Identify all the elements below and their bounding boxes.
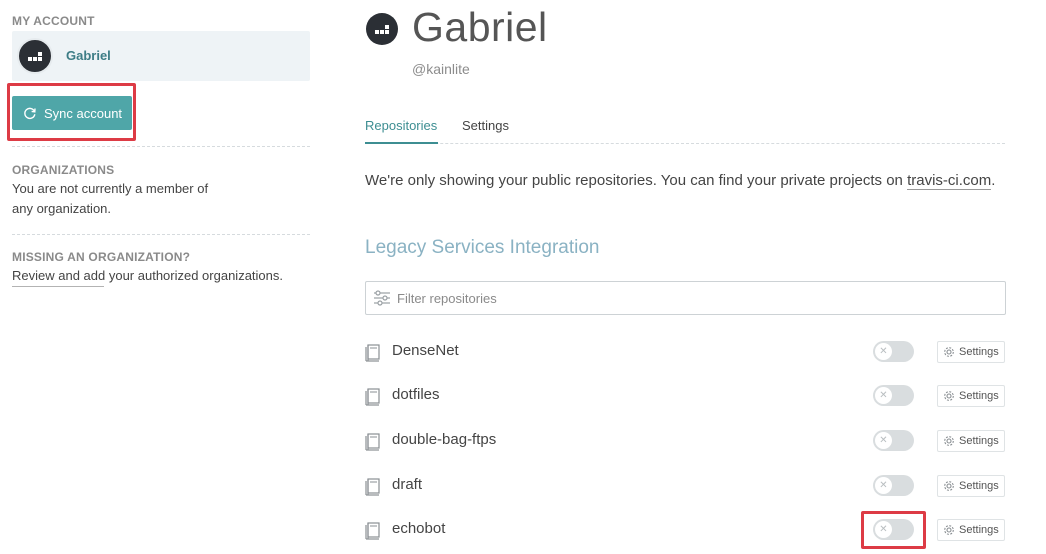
repo-settings-label: Settings bbox=[959, 524, 999, 536]
tab-active-indicator bbox=[365, 142, 438, 144]
repo-settings-button[interactable]: Settings bbox=[937, 341, 1005, 363]
sync-account-button[interactable]: Sync account bbox=[12, 96, 132, 130]
repo-row: dotfiles ✕ Settings bbox=[365, 384, 1006, 408]
repo-toggle[interactable]: ✕ bbox=[873, 341, 914, 362]
notice-text: We're only showing your public repositor… bbox=[365, 172, 908, 189]
x-icon: ✕ bbox=[875, 343, 892, 360]
public-repos-notice: We're only showing your public repositor… bbox=[365, 172, 996, 190]
filter-repositories-input[interactable] bbox=[397, 290, 977, 306]
sidebar-divider bbox=[12, 146, 310, 147]
profile-avatar bbox=[366, 13, 398, 45]
repo-toggle[interactable]: ✕ bbox=[873, 519, 914, 540]
organizations-line-2: any organization. bbox=[12, 201, 112, 216]
repo-row: draft ✕ Settings bbox=[365, 474, 1006, 498]
x-icon: ✕ bbox=[875, 432, 892, 449]
filter-field[interactable] bbox=[365, 281, 1006, 315]
avatar bbox=[17, 38, 53, 74]
repo-name[interactable]: echobot bbox=[392, 520, 445, 537]
link-underline bbox=[12, 286, 104, 287]
gear-icon bbox=[944, 481, 954, 491]
repo-toggle[interactable]: ✕ bbox=[873, 475, 914, 496]
x-icon: ✕ bbox=[875, 521, 892, 538]
organizations-title: ORGANIZATIONS bbox=[12, 163, 115, 177]
repo-settings-button[interactable]: Settings bbox=[937, 430, 1005, 452]
repo-book-icon bbox=[365, 388, 380, 406]
tab-settings[interactable]: Settings bbox=[462, 118, 509, 133]
sync-icon bbox=[24, 107, 36, 120]
legacy-services-heading: Legacy Services Integration bbox=[365, 237, 600, 258]
repo-name[interactable]: double-bag-ftps bbox=[392, 431, 496, 448]
gear-icon bbox=[944, 391, 954, 401]
repo-settings-button[interactable]: Settings bbox=[937, 385, 1005, 407]
account-card[interactable]: Gabriel bbox=[12, 31, 310, 81]
tabs-divider bbox=[365, 143, 1005, 144]
tab-repositories[interactable]: Repositories bbox=[365, 118, 437, 133]
profile-name: Gabriel bbox=[412, 4, 548, 50]
repo-row: echobot ✕ Settings bbox=[365, 518, 1006, 542]
repo-book-icon bbox=[365, 344, 380, 362]
repo-name[interactable]: draft bbox=[392, 476, 422, 493]
repo-settings-label: Settings bbox=[959, 390, 999, 402]
travis-logo-icon bbox=[28, 52, 42, 61]
repo-row: DenseNet ✕ Settings bbox=[365, 340, 1006, 364]
my-account-title: MY ACCOUNT bbox=[12, 14, 95, 28]
notice-suffix: . bbox=[991, 172, 996, 189]
repo-row: double-bag-ftps ✕ Settings bbox=[365, 429, 1006, 453]
repo-book-icon bbox=[365, 433, 380, 451]
x-icon: ✕ bbox=[875, 477, 892, 494]
organizations-line-1: You are not currently a member of bbox=[12, 181, 209, 196]
review-organizations-link[interactable]: Review and add your authorized organizat… bbox=[12, 268, 283, 283]
repo-book-icon bbox=[365, 478, 380, 496]
repo-settings-label: Settings bbox=[959, 480, 999, 492]
sidebar: MY ACCOUNT Gabriel Sync account ORGANIZA… bbox=[0, 0, 320, 554]
profile-handle: @kainlite bbox=[412, 61, 470, 77]
gear-icon bbox=[944, 525, 954, 535]
travis-ci-com-link[interactable]: travis-ci.com bbox=[907, 172, 992, 190]
repo-settings-button[interactable]: Settings bbox=[937, 519, 1005, 541]
repo-toggle[interactable]: ✕ bbox=[873, 430, 914, 451]
travis-logo-icon bbox=[375, 25, 389, 34]
repo-toggle[interactable]: ✕ bbox=[873, 385, 914, 406]
sidebar-divider bbox=[12, 234, 310, 235]
repo-name[interactable]: dotfiles bbox=[392, 386, 440, 403]
repo-settings-button[interactable]: Settings bbox=[937, 475, 1005, 497]
sync-account-label: Sync account bbox=[44, 105, 123, 121]
x-icon: ✕ bbox=[875, 387, 892, 404]
gear-icon bbox=[944, 436, 954, 446]
repo-settings-label: Settings bbox=[959, 346, 999, 358]
gear-icon bbox=[944, 347, 954, 357]
missing-organization-title: MISSING AN ORGANIZATION? bbox=[12, 250, 191, 264]
repo-book-icon bbox=[365, 522, 380, 540]
filter-icon bbox=[374, 290, 390, 306]
repo-name[interactable]: DenseNet bbox=[392, 342, 459, 359]
repo-settings-label: Settings bbox=[959, 435, 999, 447]
account-name[interactable]: Gabriel bbox=[66, 48, 111, 63]
